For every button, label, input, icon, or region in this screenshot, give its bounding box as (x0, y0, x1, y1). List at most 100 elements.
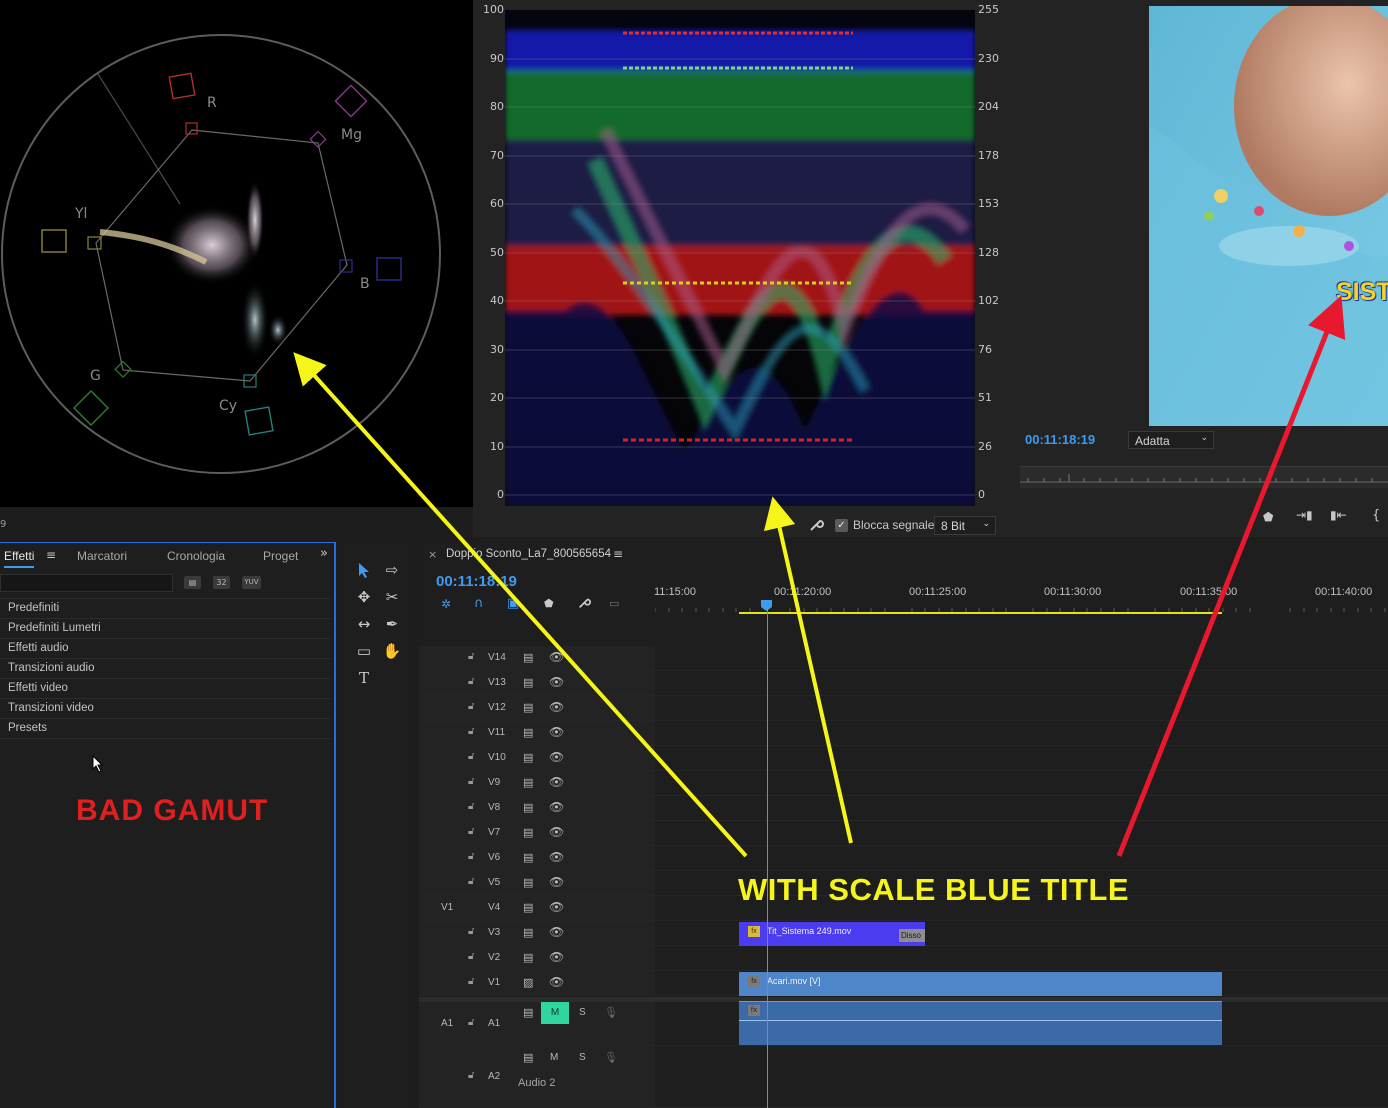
track-row[interactable]: 🔓︎ V2 ▤ 👁︎ (419, 946, 1388, 971)
eye-icon[interactable]: 👁︎ (549, 975, 564, 989)
lock-icon[interactable]: 🔓︎ (468, 826, 474, 837)
mute-button[interactable]: M (541, 1002, 569, 1024)
sync-lock-icon[interactable]: ▤ (523, 726, 533, 739)
add-marker-icon[interactable]: ⬟ (544, 597, 554, 610)
wrench-icon[interactable] (577, 596, 591, 614)
eye-icon[interactable]: 👁︎ (549, 825, 564, 839)
tab-effects[interactable]: Effetti (4, 549, 35, 568)
audio-clip[interactable]: fx (739, 1001, 1222, 1045)
track-select-forward-tool-icon[interactable]: ⇨ (381, 559, 403, 581)
fx-folder-lumetri-presets[interactable]: Predefiniti Lumetri (8, 622, 101, 634)
hand-tool-icon[interactable]: ✋ (381, 640, 403, 662)
mark-out-icon[interactable]: ▮⇤ (1330, 508, 1347, 522)
fx-folder-video-transitions[interactable]: Transizioni video (8, 702, 94, 714)
eye-icon[interactable]: 👁︎ (549, 675, 564, 689)
sync-lock-icon[interactable]: ▨ (523, 976, 533, 989)
track-row[interactable]: 🔓︎ V7 ▤ 👁︎ (419, 821, 1388, 846)
eye-icon[interactable]: 👁︎ (549, 950, 564, 964)
program-scrubber[interactable] (1020, 466, 1388, 488)
timeline-timecode[interactable]: 00:11:18:19 (436, 573, 517, 590)
eye-icon[interactable]: 👁︎ (549, 900, 564, 914)
playhead-line[interactable] (767, 605, 768, 1108)
sync-lock-icon[interactable]: ▤ (523, 926, 533, 939)
microphone-icon[interactable]: 🎙︎ (604, 1006, 618, 1019)
eye-icon[interactable]: 👁︎ (549, 750, 564, 764)
sync-lock-icon[interactable]: ▤ (523, 701, 533, 714)
lock-icon[interactable]: 🔓︎ (468, 676, 474, 687)
sync-lock-icon[interactable]: ▤ (523, 1006, 533, 1019)
yuv-effects-icon[interactable]: YUV (242, 576, 261, 589)
lock-icon[interactable]: 🔓︎ (468, 701, 474, 712)
sync-lock-icon[interactable]: ▤ (523, 826, 533, 839)
razor-tool-icon[interactable]: ✂ (381, 586, 403, 608)
sync-lock-icon[interactable]: ▤ (523, 801, 533, 814)
eye-icon[interactable]: 👁︎ (549, 650, 564, 664)
wrench-icon[interactable] (808, 517, 824, 533)
sync-lock-icon[interactable]: ▤ (523, 651, 533, 664)
lock-icon[interactable]: 🔓︎ (468, 951, 474, 962)
lock-icon[interactable]: 🔓︎ (468, 651, 474, 662)
eye-icon[interactable]: 👁︎ (549, 700, 564, 714)
fit-dropdown[interactable]: Adatta ⌄ (1128, 431, 1214, 449)
fx-folder-presets-custom[interactable]: Presets (8, 722, 47, 734)
track-row[interactable]: 🔓︎ V12 ▤ 👁︎ (419, 696, 1388, 721)
track-row[interactable]: 🔓︎ V8 ▤ 👁︎ (419, 796, 1388, 821)
program-timecode[interactable]: 00:11:18:19 (1025, 432, 1095, 447)
lock-icon[interactable]: 🔓︎ (468, 926, 474, 937)
slip-tool-icon[interactable]: ↔ (353, 613, 375, 635)
lock-icon[interactable]: 🔓︎ (468, 1017, 474, 1028)
track-row[interactable]: 🔓︎ V6 ▤ 👁︎ (419, 846, 1388, 871)
fx-folder-audio-transitions[interactable]: Transizioni audio (8, 662, 95, 674)
nest-icon[interactable]: ✲ (441, 597, 451, 611)
track-row[interactable]: 🔓︎ V11 ▤ 👁︎ (419, 721, 1388, 746)
eye-icon[interactable]: 👁︎ (549, 725, 564, 739)
tab-history[interactable]: Cronologia (167, 549, 225, 563)
pen-tool-icon[interactable]: ✒ (381, 613, 403, 635)
tab-markers[interactable]: Marcatori (77, 549, 127, 563)
close-icon[interactable]: × (428, 548, 437, 561)
lock-icon[interactable]: 🔓︎ (468, 726, 474, 737)
lock-signal-checkbox[interactable]: ✓ (835, 519, 848, 532)
solo-button[interactable]: S (579, 1052, 586, 1063)
dissolve-transition[interactable]: Disso (899, 929, 925, 942)
sync-lock-icon[interactable]: ▤ (523, 1051, 533, 1064)
track-row[interactable]: 🔓︎ V9 ▤ 👁︎ (419, 771, 1388, 796)
lock-icon[interactable]: 🔓︎ (468, 1070, 474, 1081)
mark-in-icon[interactable]: ⇥▮ (1296, 508, 1313, 522)
hamburger-icon[interactable]: ≡ (613, 547, 623, 561)
sync-lock-icon[interactable]: ▤ (523, 676, 533, 689)
eye-icon[interactable]: 👁︎ (549, 775, 564, 789)
lock-icon[interactable]: 🔓︎ (468, 976, 474, 987)
timeline-ruler[interactable] (654, 580, 1388, 616)
sync-lock-icon[interactable]: ▤ (523, 851, 533, 864)
captions-icon[interactable]: ▭ (609, 597, 619, 610)
type-tool-icon[interactable]: T (353, 667, 375, 689)
source-patch-v1[interactable]: V1 (441, 902, 453, 913)
sync-lock-icon[interactable]: ▤ (523, 876, 533, 889)
eye-icon[interactable]: 👁︎ (549, 850, 564, 864)
track-row[interactable]: 🔓︎ V13 ▤ 👁︎ (419, 671, 1388, 696)
tab-project[interactable]: Proget (263, 549, 298, 563)
source-patch-a1[interactable]: A1 (441, 1018, 453, 1029)
audio-track-row[interactable]: 🔓︎ A2 ▤ M S 🎙︎ Audio 2 (419, 1046, 1388, 1108)
video-clip[interactable]: fx Acari.mov [V] (739, 972, 1222, 996)
linked-selection-icon[interactable]: ▣ (507, 596, 519, 611)
lock-icon[interactable]: 🔓︎ (468, 801, 474, 812)
effects-search-input[interactable] (0, 574, 173, 592)
fx-folder-presets[interactable]: Predefiniti (8, 602, 59, 614)
solo-button[interactable]: S (579, 1007, 586, 1018)
track-row[interactable]: 🔓︎ V10 ▤ 👁︎ (419, 746, 1388, 771)
rectangle-tool-icon[interactable]: ▭ (353, 640, 375, 662)
32bit-effects-icon[interactable]: 32 (213, 576, 230, 589)
bit-depth-dropdown[interactable]: 8 Bit ⌄ (934, 516, 996, 535)
mute-button[interactable]: M (550, 1052, 558, 1063)
lock-icon[interactable]: 🔓︎ (468, 851, 474, 862)
lock-icon[interactable]: 🔓︎ (468, 876, 474, 887)
snap-icon[interactable]: ∩ (474, 596, 484, 611)
eye-icon[interactable]: 👁︎ (549, 800, 564, 814)
ripple-edit-tool-icon[interactable]: ✥ (353, 586, 375, 608)
sync-lock-icon[interactable]: ▤ (523, 951, 533, 964)
lock-icon[interactable]: 🔓︎ (468, 751, 474, 762)
sync-lock-icon[interactable]: ▤ (523, 751, 533, 764)
accelerated-effects-icon[interactable]: ▤ (184, 576, 201, 589)
